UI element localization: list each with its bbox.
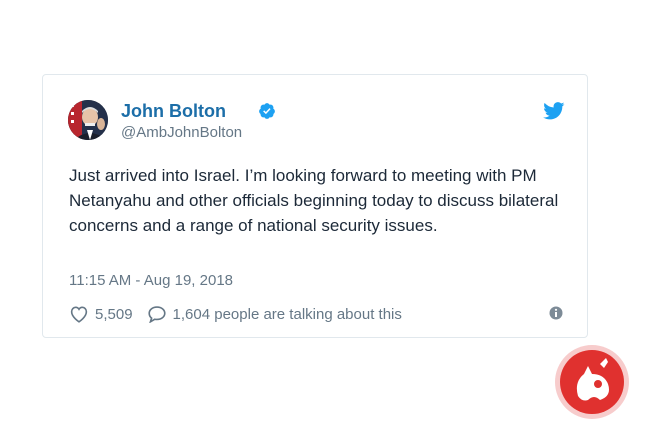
talking-about-text: 1,604 people are talking about this	[172, 305, 402, 323]
verified-badge-icon	[259, 103, 275, 119]
speech-bubble-icon	[147, 306, 166, 323]
talking-about-link[interactable]: 1,604 people are talking about this	[147, 305, 402, 323]
author-name[interactable]: John Bolton	[121, 101, 226, 122]
tweet-timestamp[interactable]: 11:15 AM - Aug 19, 2018	[69, 272, 233, 289]
like-count: 5,509	[95, 305, 133, 323]
like-button[interactable]: 5,509	[69, 305, 147, 323]
twitter-bird-icon[interactable]	[543, 102, 565, 120]
watermark-logo	[555, 345, 629, 419]
heart-icon	[70, 306, 88, 323]
info-icon[interactable]	[549, 306, 563, 320]
author-handle[interactable]: @AmbJohnBolton	[121, 124, 242, 141]
avatar[interactable]	[68, 100, 108, 140]
embedded-tweet-card: John Bolton @AmbJohnBolton Just arrived …	[42, 74, 588, 338]
tweet-text: Just arrived into Israel. I’m looking fo…	[69, 166, 559, 235]
tweet-actions: 5,509 1,604 people are talking about thi…	[69, 303, 402, 325]
page: John Bolton @AmbJohnBolton Just arrived …	[0, 0, 650, 432]
